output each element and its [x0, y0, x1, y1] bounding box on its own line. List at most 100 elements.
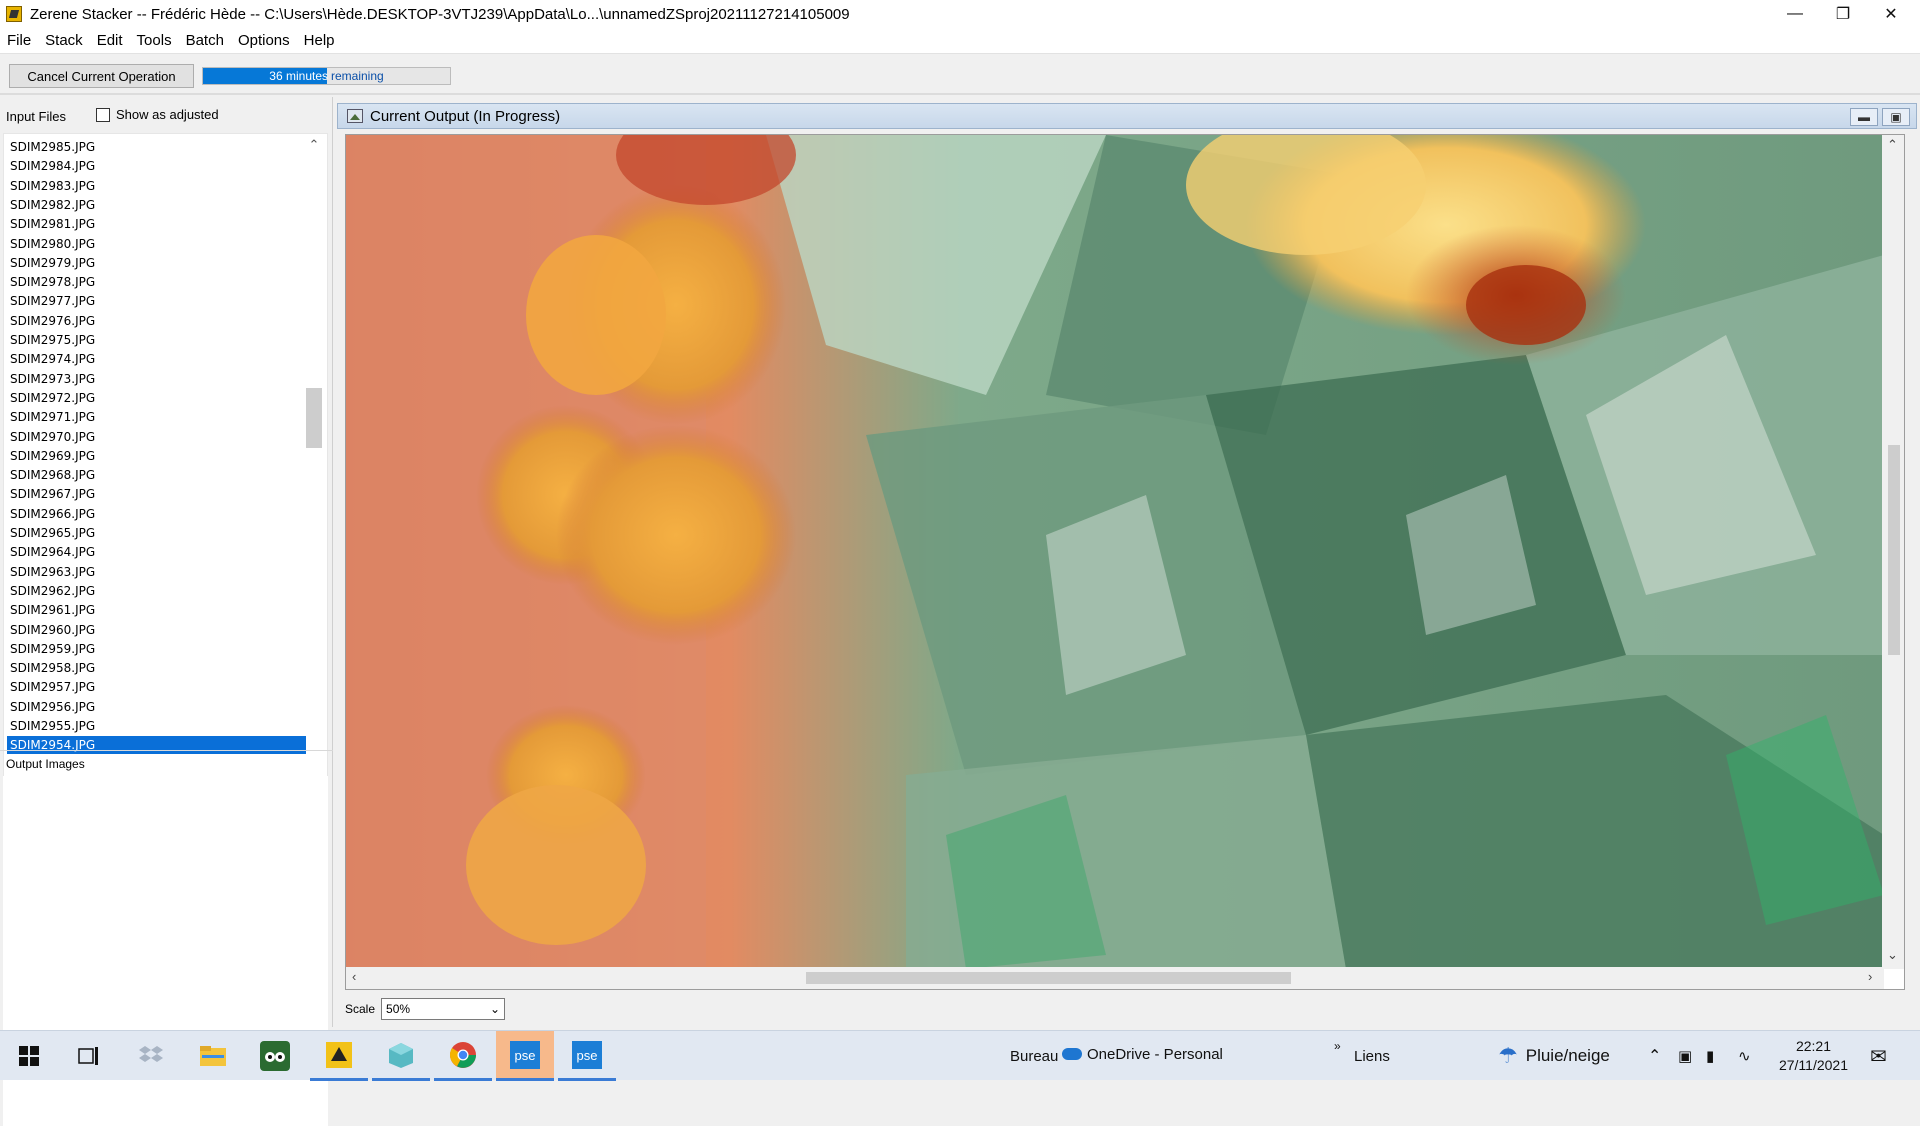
- list-item[interactable]: SDIM2977.JPG: [7, 292, 306, 310]
- list-item[interactable]: SDIM2976.JPG: [7, 312, 306, 330]
- chrome-icon[interactable]: [434, 1031, 492, 1081]
- scroll-up-icon[interactable]: ⌃: [302, 137, 326, 155]
- output-window-title: Current Output (In Progress): [370, 107, 561, 125]
- list-item[interactable]: SDIM2965.JPG: [7, 524, 306, 542]
- clock[interactable]: 22:21 27/11/2021: [1779, 1037, 1848, 1075]
- list-item[interactable]: SDIM2967.JPG: [7, 485, 306, 503]
- show-adjusted-checkbox[interactable]: Show as adjusted: [96, 107, 219, 122]
- tripadvisor-icon[interactable]: [246, 1031, 304, 1081]
- list-item[interactable]: SDIM2962.JPG: [7, 582, 306, 600]
- list-item[interactable]: SDIM2975.JPG: [7, 331, 306, 349]
- list-item[interactable]: SDIM2970.JPG: [7, 428, 306, 446]
- output-window-titlebar: Current Output (In Progress) ▬ ▣: [337, 103, 1917, 129]
- scrollbar-thumb[interactable]: [306, 388, 322, 448]
- menu-options[interactable]: Options: [231, 32, 297, 49]
- window-title: Zerene Stacker -- Frédéric Hède -- C:\Us…: [30, 5, 850, 23]
- onedrive-toolbar[interactable]: OneDrive - Personal: [1062, 1029, 1223, 1079]
- list-item[interactable]: SDIM2974.JPG: [7, 350, 306, 368]
- cloud-icon: [1062, 1048, 1082, 1060]
- list-item[interactable]: SDIM2958.JPG: [7, 659, 306, 677]
- list-item[interactable]: SDIM2956.JPG: [7, 698, 306, 716]
- file-explorer-icon[interactable]: [184, 1031, 242, 1081]
- chevron-expand-icon[interactable]: »: [1334, 1021, 1341, 1071]
- list-item[interactable]: SDIM2960.JPG: [7, 621, 306, 639]
- scale-label: Scale: [345, 1002, 376, 1016]
- chevron-up-icon[interactable]: ⌃: [1648, 1031, 1661, 1081]
- list-item[interactable]: SDIM2968.JPG: [7, 466, 306, 484]
- list-item[interactable]: SDIM2972.JPG: [7, 389, 306, 407]
- liens-toolbar[interactable]: Liens: [1354, 1031, 1390, 1081]
- start-icon[interactable]: [0, 1031, 58, 1081]
- cube-app-icon[interactable]: [372, 1031, 430, 1081]
- scroll-down-icon[interactable]: ⌄: [1887, 947, 1898, 963]
- scroll-up-icon[interactable]: ⌃: [1887, 137, 1898, 153]
- image-horizontal-scrollbar[interactable]: ‹ ›: [346, 967, 1884, 989]
- list-item[interactable]: SDIM2955.JPG: [7, 717, 306, 735]
- cancel-operation-button[interactable]: Cancel Current Operation: [9, 64, 194, 88]
- list-item[interactable]: SDIM2964.JPG: [7, 543, 306, 561]
- scroll-right-icon[interactable]: ›: [1868, 969, 1872, 984]
- taskbar: pse pse Bureau OneDrive - Personal » Lie…: [0, 1029, 1920, 1081]
- inner-maximize-button[interactable]: ▣: [1882, 108, 1910, 126]
- left-panel: Input Files Show as adjusted SDIM2985.JP…: [0, 97, 333, 1126]
- menu-stack[interactable]: Stack: [38, 32, 90, 49]
- wifi-icon[interactable]: ∿: [1738, 1031, 1751, 1081]
- image-vertical-scrollbar[interactable]: ⌃ ⌄: [1882, 135, 1904, 969]
- clock-date: 27/11/2021: [1778, 1057, 1848, 1073]
- weather-widget[interactable]: ☂ Pluie/neige: [1498, 1031, 1610, 1081]
- list-item[interactable]: SDIM2982.JPG: [7, 196, 306, 214]
- inner-minimize-button[interactable]: ▬: [1850, 108, 1878, 126]
- list-item[interactable]: SDIM2957.JPG: [7, 678, 306, 696]
- menu-edit[interactable]: Edit: [90, 32, 130, 49]
- list-item[interactable]: SDIM2981.JPG: [7, 215, 306, 233]
- stacked-image: [346, 135, 1884, 969]
- menu-bar: File Stack Edit Tools Batch Options Help: [0, 28, 1920, 54]
- output-image-viewport[interactable]: ⌃ ⌄ ‹ ›: [345, 134, 1905, 990]
- scroll-left-icon[interactable]: ‹: [352, 969, 356, 984]
- vertical-scroll-thumb[interactable]: [1888, 445, 1900, 655]
- onedrive-label: OneDrive - Personal: [1087, 1045, 1223, 1063]
- weather-label: Pluie/neige: [1525, 1046, 1610, 1065]
- list-item[interactable]: SDIM2980.JPG: [7, 235, 306, 253]
- list-item[interactable]: SDIM2969.JPG: [7, 447, 306, 465]
- notifications-icon[interactable]: ✉: [1870, 1031, 1887, 1081]
- task-view-icon[interactable]: [60, 1031, 118, 1081]
- list-item[interactable]: SDIM2985.JPG: [7, 138, 306, 156]
- list-item[interactable]: SDIM2978.JPG: [7, 273, 306, 291]
- output-window: Current Output (In Progress) ▬ ▣ ⌃ ⌄ ‹ ›…: [337, 97, 1920, 1027]
- checkbox-box[interactable]: [96, 107, 110, 122]
- input-files-header: Input Files: [6, 108, 66, 124]
- toolbar: Cancel Current Operation 36 minutes rema…: [0, 55, 1920, 95]
- list-item[interactable]: SDIM2961.JPG: [7, 601, 306, 619]
- zerene-app-icon: [6, 6, 22, 22]
- menu-help[interactable]: Help: [297, 32, 342, 49]
- input-file-list[interactable]: SDIM2985.JPG SDIM2984.JPG SDIM2983.JPG SDIM…: [3, 133, 328, 840]
- svg-text:pse: pse: [577, 1048, 598, 1063]
- close-button[interactable]: ✕: [1862, 0, 1920, 28]
- menu-tools[interactable]: Tools: [130, 32, 179, 49]
- list-item[interactable]: SDIM2973.JPG: [7, 370, 306, 388]
- file-list-scrollbar[interactable]: ⌃ ⌄: [302, 133, 326, 840]
- umbrella-icon: ☂: [1498, 1043, 1518, 1068]
- menu-batch[interactable]: Batch: [179, 32, 231, 49]
- list-item[interactable]: SDIM2971.JPG: [7, 408, 306, 426]
- menu-file[interactable]: File: [0, 32, 38, 49]
- list-item[interactable]: SDIM2983.JPG: [7, 177, 306, 195]
- battery-icon[interactable]: ▮: [1706, 1031, 1714, 1081]
- meet-now-icon[interactable]: ▣: [1678, 1031, 1692, 1081]
- list-item[interactable]: SDIM2984.JPG: [7, 157, 306, 175]
- scale-select[interactable]: 50% ⌄: [381, 998, 506, 1020]
- clock-time: 22:21: [1795, 1038, 1831, 1054]
- list-item[interactable]: SDIM2959.JPG: [7, 640, 306, 658]
- bureau-toolbar[interactable]: Bureau: [1010, 1031, 1058, 1081]
- output-images-header: Output Images: [0, 750, 333, 776]
- progress-suffix: remaining: [331, 69, 384, 83]
- list-item[interactable]: SDIM2963.JPG: [7, 563, 306, 581]
- dropbox-icon[interactable]: [122, 1031, 180, 1081]
- list-item[interactable]: SDIM2966.JPG: [7, 505, 306, 523]
- pse-icon[interactable]: pse: [496, 1031, 554, 1081]
- pse-icon-2[interactable]: pse: [558, 1031, 616, 1081]
- zerene-stacker-icon[interactable]: [310, 1031, 368, 1081]
- horizontal-scroll-thumb[interactable]: [806, 972, 1291, 984]
- list-item[interactable]: SDIM2979.JPG: [7, 254, 306, 272]
